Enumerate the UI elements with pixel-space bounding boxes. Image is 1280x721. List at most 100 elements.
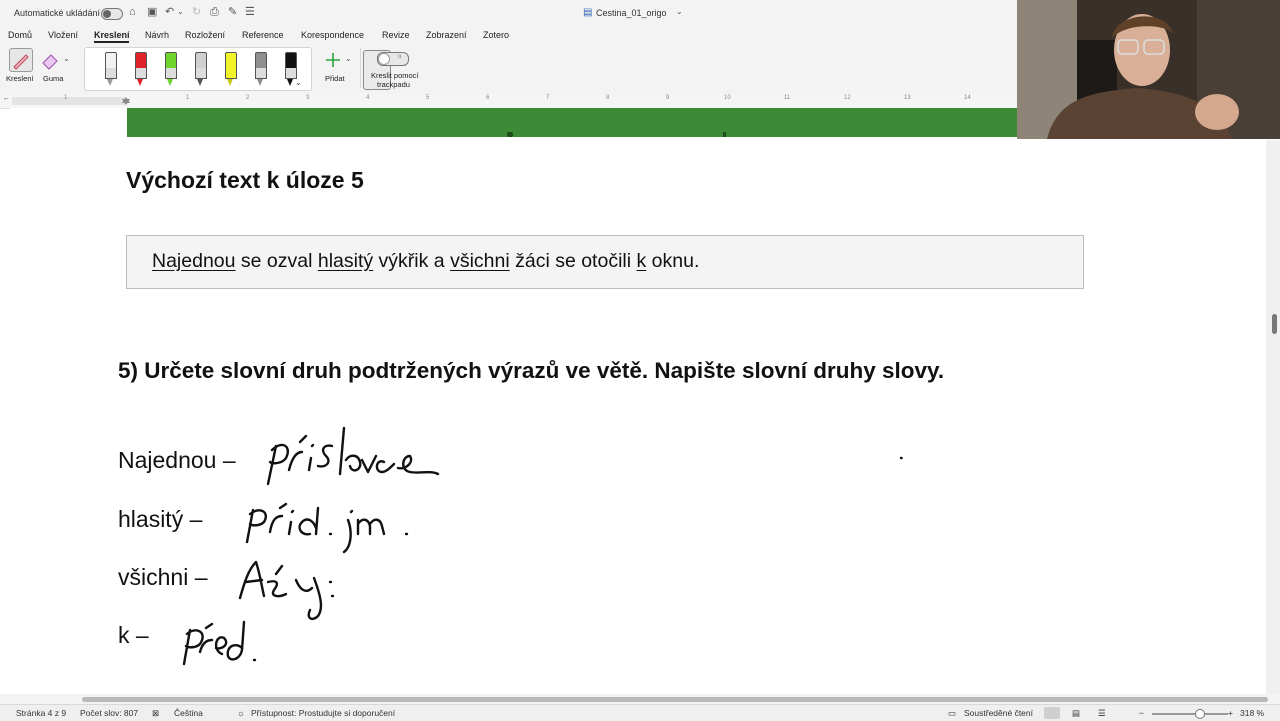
- trackpad-draw-toggle[interactable]: o: [377, 52, 409, 66]
- ruler-number: 12: [844, 95, 851, 101]
- tab-draw[interactable]: Kreslení: [94, 30, 130, 40]
- document-title[interactable]: Cestina_01_origo: [596, 8, 667, 18]
- autosave-label: Automatické ukládání: [14, 8, 101, 18]
- underlined-word: Najednou: [152, 250, 236, 272]
- proofing-icon[interactable]: ⊠: [152, 708, 159, 719]
- undo-dropdown-icon[interactable]: ⌄: [177, 6, 184, 18]
- redo-icon[interactable]: ↻: [192, 6, 201, 18]
- horizontal-scroll-thumb[interactable]: [82, 697, 1268, 702]
- ruler-number: 6: [486, 95, 490, 101]
- tab-insert[interactable]: Vložení: [48, 30, 78, 40]
- tab-references[interactable]: Reference: [242, 30, 284, 40]
- ruler-tab-marker-icon[interactable]: ⌐: [4, 94, 9, 103]
- ruler-number: 9: [666, 95, 670, 101]
- trackpad-label-2: trackpadu: [377, 80, 410, 89]
- tab-design[interactable]: Návrh: [145, 30, 169, 40]
- ruler-number: 14: [964, 95, 971, 101]
- print-layout-view-icon[interactable]: [1044, 707, 1060, 719]
- sentence-text: oknu.: [646, 250, 700, 272]
- ruler-number: 3: [306, 95, 310, 101]
- green-header-bar: [127, 108, 1018, 137]
- vertical-scroll-thumb[interactable]: [1272, 314, 1277, 334]
- ruler-number: 4: [366, 95, 370, 101]
- ruler[interactable]: ⌐ 1 1 2 3 4 5 6 7 8 9 10 11 12 13 14: [0, 94, 1017, 109]
- source-sentence: Najednou se ozval hlasitý výkřik a všich…: [152, 250, 699, 273]
- zoom-level[interactable]: 318 %: [1240, 708, 1264, 718]
- ruler-number: 13: [904, 95, 911, 101]
- focus-mode-label[interactable]: Soustředěné čtení: [964, 708, 1033, 718]
- add-plus-icon: [326, 53, 340, 67]
- presenter-video-image: [1017, 0, 1280, 139]
- print-icon[interactable]: ⎙: [210, 6, 219, 18]
- sentence-text: se ozval: [235, 250, 318, 272]
- add-pen-button[interactable]: [322, 50, 344, 70]
- eraser-button[interactable]: [40, 50, 60, 70]
- outline-view-icon[interactable]: ☰: [1098, 708, 1106, 719]
- pen-gray-pencil-icon[interactable]: [103, 52, 117, 86]
- pen-green-icon[interactable]: [163, 52, 177, 86]
- focus-mode-icon[interactable]: ▭: [948, 708, 956, 719]
- eraser-chevron-down-icon[interactable]: ⌄: [63, 54, 70, 63]
- ruler-number: 8: [606, 95, 610, 101]
- trackpad-label-1: Kreslit pomocí: [371, 71, 419, 80]
- cut-off-text-fragment: [723, 132, 726, 137]
- ruler-number: 7: [546, 95, 550, 101]
- tab-review[interactable]: Revize: [382, 30, 410, 40]
- page-count[interactable]: Stránka 4 z 9: [16, 708, 66, 718]
- section-title: Výchozí text k úloze 5: [126, 167, 364, 193]
- home-icon[interactable]: ⌂: [129, 6, 136, 18]
- eraser-label: Guma: [43, 74, 64, 83]
- save-icon[interactable]: ▣: [147, 6, 157, 18]
- tab-view[interactable]: Zobrazení: [426, 30, 467, 40]
- pencil-gray-icon[interactable]: [253, 52, 267, 86]
- answer-label-k: k –: [118, 622, 149, 648]
- tab-zotero[interactable]: Zotero: [483, 30, 509, 40]
- accessibility-status[interactable]: Přístupnost: Prostudujte si doporučení: [251, 708, 395, 718]
- web-layout-view-icon[interactable]: ▤: [1072, 708, 1080, 719]
- ruler-number: 2: [246, 95, 250, 101]
- drawing-tool-button[interactable]: [9, 48, 33, 72]
- drawing-label: Kreslení: [6, 74, 34, 83]
- sentence-text: žáci se otočili: [509, 250, 637, 272]
- tab-mailings[interactable]: Korespondence: [301, 30, 364, 40]
- webcam-overlay: [1017, 0, 1280, 139]
- answer-label-najednou: Najednou –: [118, 447, 236, 473]
- add-chevron-down-icon[interactable]: ⌄: [345, 54, 352, 63]
- pen-red-icon[interactable]: [133, 52, 147, 86]
- zoom-slider-track[interactable]: [1152, 713, 1228, 715]
- accessibility-icon[interactable]: ☼: [237, 708, 245, 718]
- ruler-number: 5: [426, 95, 430, 101]
- customize-toolbar-icon[interactable]: ☰: [245, 6, 255, 18]
- active-tab-indicator: [94, 41, 129, 43]
- tab-home[interactable]: Domů: [8, 30, 32, 40]
- ruler-number: 10: [724, 95, 731, 101]
- undo-icon[interactable]: ↶: [165, 6, 174, 18]
- pen-options-chevron-icon[interactable]: ⌄: [295, 78, 302, 87]
- ribbon-divider: [360, 48, 361, 88]
- underlined-word: k: [636, 250, 647, 272]
- zoom-slider-knob[interactable]: [1195, 709, 1205, 719]
- language[interactable]: Čeština: [174, 708, 203, 718]
- ruler-number: 1: [64, 95, 68, 101]
- pencil-dark-icon[interactable]: [193, 52, 207, 86]
- draw-pen-icon[interactable]: ✎: [228, 6, 237, 18]
- autosave-toggle[interactable]: [101, 8, 123, 20]
- toggle-off-indicator-icon: o: [398, 54, 402, 60]
- zoom-in-icon[interactable]: +: [1228, 708, 1233, 718]
- ruler-number: 11: [784, 95, 791, 101]
- underlined-word: všichni: [450, 250, 510, 272]
- zoom-out-icon[interactable]: −: [1139, 708, 1144, 718]
- task-instruction: 5) Určete slovní druh podtržených výrazů…: [118, 358, 945, 383]
- highlighter-yellow-icon[interactable]: [223, 52, 237, 86]
- document-page[interactable]: [10, 108, 1238, 694]
- underlined-word: hlasitý: [317, 250, 374, 272]
- tab-layout[interactable]: Rozložení: [185, 30, 225, 40]
- vertical-scrollbar[interactable]: [1266, 140, 1280, 695]
- pen-gallery: ⌄: [84, 47, 391, 91]
- answer-label-hlasity: hlasitý –: [118, 506, 203, 532]
- ruler-ticks: [12, 97, 130, 105]
- word-count[interactable]: Počet slov: 807: [80, 708, 138, 718]
- drawing-pen-icon: [13, 54, 29, 70]
- title-chevron-down-icon[interactable]: ⌄: [676, 7, 683, 16]
- sentence-text: výkřik a: [373, 250, 451, 272]
